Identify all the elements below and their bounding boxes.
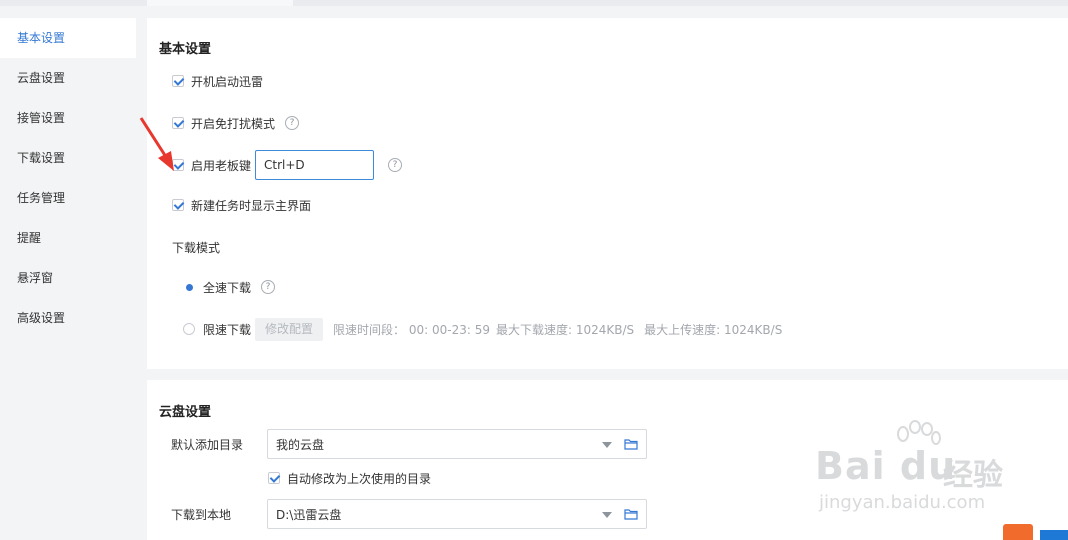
download-local-label-row: 下载到本地 <box>171 504 231 524</box>
download-local-value: D:\迅雷云盘 <box>276 507 342 522</box>
boss-key-input[interactable] <box>255 150 375 180</box>
basic-settings-panel: 基本设置 开机启动迅雷 开启免打扰模式 ? 启用老板键 ? 新建任务时显示主界面… <box>147 18 1068 369</box>
check-icon[interactable] <box>268 472 280 484</box>
limit-time-range: 限速时间段： 00: 00-23: 59 <box>333 322 490 337</box>
boss-key-option[interactable]: 启用老板键 ? <box>172 150 403 180</box>
radio-dot-icon[interactable] <box>183 281 195 293</box>
active-tab-indicator <box>147 0 293 6</box>
check-icon[interactable] <box>172 75 184 87</box>
startup-option[interactable]: 开机启动迅雷 <box>172 71 263 91</box>
default-dir-value: 我的云盘 <box>276 437 325 452</box>
default-dir-label: 默认添加目录 <box>171 437 244 452</box>
download-mode-heading: 下载模式 <box>172 237 220 257</box>
limited-speed-label: 限速下载 <box>203 322 252 337</box>
corner-logo-icon <box>1003 524 1033 540</box>
no-disturb-label: 开启免打扰模式 <box>191 116 276 131</box>
folder-icon[interactable] <box>624 438 638 453</box>
default-dir-label-row: 默认添加目录 <box>171 434 243 454</box>
help-icon[interactable]: ? <box>261 280 276 294</box>
sidebar-item-basic-settings[interactable]: 基本设置 <box>0 18 136 58</box>
download-mode-label: 下载模式 <box>172 240 221 255</box>
help-icon[interactable]: ? <box>388 158 403 172</box>
auto-modify-label: 自动修改为上次使用的目录 <box>287 471 432 486</box>
sidebar-item-advanced-settings[interactable]: 高级设置 <box>0 298 136 338</box>
download-local-label: 下载到本地 <box>171 507 232 522</box>
download-local-select[interactable]: D:\迅雷云盘 <box>267 499 647 529</box>
watermark: Bai du 经验 jingyan.baidu.com <box>815 420 1025 520</box>
watermark-cn: 经验 <box>943 458 1003 493</box>
max-upload-speed: 最大上传速度: 1024KB/S <box>644 322 783 337</box>
limited-speed-option[interactable]: 限速下载 修改配置 限速时间段： 00: 00-23: 59 最大下载速度: 1… <box>183 317 783 341</box>
red-arrow-icon <box>139 117 174 171</box>
watermark-url: jingyan.baidu.com <box>819 492 986 513</box>
section-title-basic: 基本设置 <box>159 42 212 57</box>
top-tab-strip <box>0 0 1068 6</box>
sidebar-item-cloud-settings[interactable]: 云盘设置 <box>0 58 136 98</box>
section-title-cloud: 云盘设置 <box>159 405 212 420</box>
auto-modify-option[interactable]: 自动修改为上次使用的目录 <box>268 468 431 488</box>
full-speed-option[interactable]: 全速下载 ? <box>183 277 276 297</box>
full-speed-label: 全速下载 <box>203 280 252 295</box>
watermark-brand: Bai du <box>815 444 957 488</box>
caret-down-icon[interactable] <box>602 512 612 518</box>
startup-label: 开机启动迅雷 <box>191 74 264 89</box>
radio-empty-icon[interactable] <box>183 323 195 335</box>
folder-icon[interactable] <box>624 508 638 523</box>
default-dir-select[interactable]: 我的云盘 <box>267 429 647 459</box>
caret-down-icon[interactable] <box>602 442 612 448</box>
sidebar-item-takeover-settings[interactable]: 接管设置 <box>0 98 136 138</box>
max-download-speed: 最大下载速度: 1024KB/S <box>495 322 635 337</box>
help-icon[interactable]: ? <box>285 116 300 130</box>
sidebar-item-task-management[interactable]: 任务管理 <box>0 178 136 218</box>
boss-key-label: 启用老板键 <box>191 158 252 173</box>
show-main-option[interactable]: 新建任务时显示主界面 <box>172 195 311 215</box>
show-main-label: 新建任务时显示主界面 <box>191 198 312 213</box>
check-icon[interactable] <box>172 199 184 211</box>
no-disturb-option[interactable]: 开启免打扰模式 ? <box>172 113 300 133</box>
corner-logo-secondary-icon <box>1040 530 1068 540</box>
sidebar-item-reminder[interactable]: 提醒 <box>0 218 136 258</box>
sidebar-item-download-settings[interactable]: 下载设置 <box>0 138 136 178</box>
sidebar-item-floating-window[interactable]: 悬浮窗 <box>0 258 136 298</box>
modify-config-button[interactable]: 修改配置 <box>255 317 324 341</box>
settings-sidebar: 基本设置 云盘设置 接管设置 下载设置 任务管理 提醒 悬浮窗 高级设置 <box>0 18 136 338</box>
